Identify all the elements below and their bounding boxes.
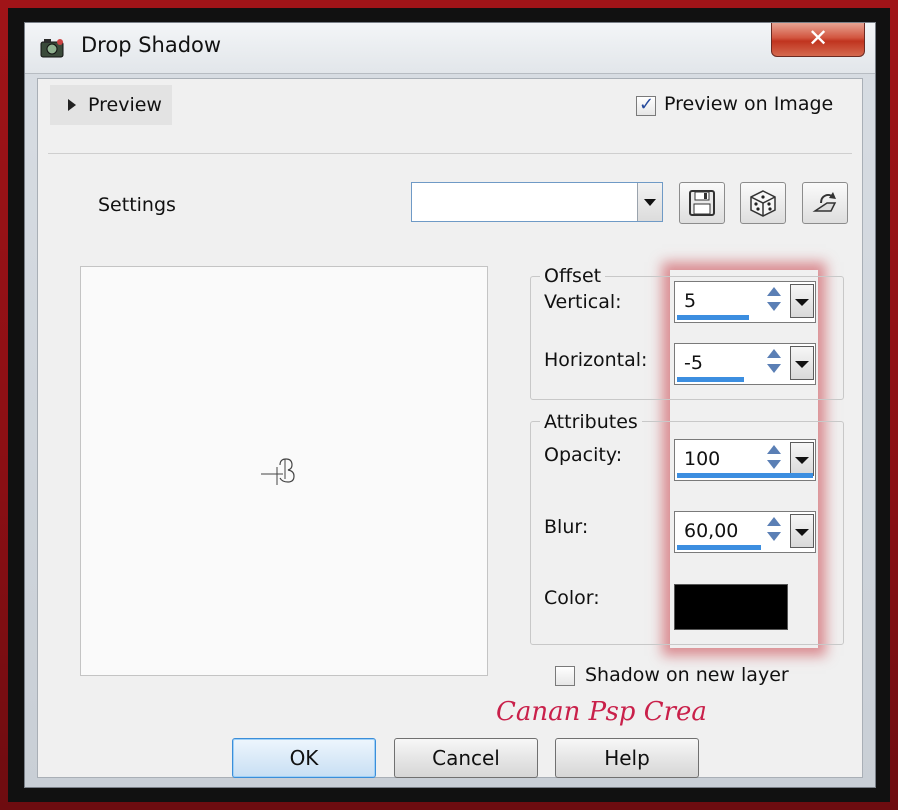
save-preset-icon bbox=[689, 190, 715, 216]
shadow-color-swatch[interactable] bbox=[674, 584, 788, 630]
vertical-dropdown-button[interactable] bbox=[790, 284, 814, 318]
checkmark-icon: ✓ bbox=[639, 94, 655, 115]
app-camera-icon bbox=[40, 39, 64, 58]
vertical-slider-track[interactable] bbox=[677, 315, 813, 320]
opacity-stepper[interactable] bbox=[765, 442, 785, 474]
reset-icon bbox=[812, 192, 837, 212]
opacity-label: Opacity: bbox=[544, 444, 623, 466]
horizontal-stepper[interactable] bbox=[765, 346, 785, 378]
save-preset-button[interactable] bbox=[679, 182, 725, 224]
spin-up-icon[interactable] bbox=[767, 349, 781, 358]
opacity-dropdown-button[interactable] bbox=[790, 442, 814, 476]
opacity-spinbox[interactable]: 100 bbox=[674, 439, 816, 481]
vertical-value: 5 bbox=[684, 290, 697, 312]
randomize-dice-icon bbox=[750, 190, 776, 217]
horizontal-value: -5 bbox=[684, 352, 703, 374]
offset-group-title: Offset bbox=[540, 265, 606, 287]
blur-dropdown-button[interactable] bbox=[790, 514, 814, 548]
shadow-on-new-layer-checkbox[interactable] bbox=[555, 666, 575, 686]
blur-spinbox[interactable]: 60,00 bbox=[674, 511, 816, 553]
vertical-slider-fill bbox=[677, 315, 750, 320]
preview-toggle-label: Preview bbox=[88, 94, 162, 116]
preview-toggle-button[interactable]: Preview bbox=[50, 85, 172, 125]
ok-button[interactable]: OK bbox=[232, 738, 376, 778]
close-icon: ✕ bbox=[807, 24, 829, 52]
horizontal-dropdown-button[interactable] bbox=[790, 346, 814, 380]
watermark-signature: Canan Psp Crea bbox=[496, 697, 707, 727]
opacity-value: 100 bbox=[684, 448, 721, 470]
cancel-button[interactable]: Cancel bbox=[394, 738, 538, 778]
spin-up-icon[interactable] bbox=[767, 445, 781, 454]
title-bar: Drop Shadow ✕ bbox=[25, 23, 875, 74]
spin-down-icon[interactable] bbox=[767, 302, 781, 311]
dialog-client-area: Preview ✓ Preview on Image Settings Offs… bbox=[37, 78, 863, 778]
randomize-button[interactable] bbox=[740, 182, 786, 224]
chevron-down-icon[interactable] bbox=[637, 183, 662, 221]
expand-arrow-icon bbox=[68, 99, 76, 111]
close-button[interactable]: ✕ bbox=[771, 23, 865, 57]
vertical-stepper[interactable] bbox=[765, 284, 785, 316]
attributes-group-title: Attributes bbox=[540, 411, 642, 433]
reset-button[interactable] bbox=[802, 182, 848, 224]
blur-value: 60,00 bbox=[684, 520, 739, 542]
shadow-on-new-layer-label: Shadow on new layer bbox=[585, 664, 789, 686]
preview-on-image-checkbox[interactable]: ✓ bbox=[636, 94, 656, 116]
window-title: Drop Shadow bbox=[81, 33, 222, 57]
horizontal-slider-track[interactable] bbox=[677, 377, 813, 382]
preview-crosshair-icon bbox=[261, 458, 295, 485]
horizontal-spinbox[interactable]: -5 bbox=[674, 343, 816, 385]
color-label: Color: bbox=[544, 587, 600, 609]
divider bbox=[48, 153, 852, 154]
blur-label: Blur: bbox=[544, 516, 589, 538]
spin-down-icon[interactable] bbox=[767, 532, 781, 541]
blur-slider-fill bbox=[677, 545, 762, 550]
opacity-slider-fill bbox=[677, 473, 813, 478]
opacity-slider-track[interactable] bbox=[677, 473, 813, 478]
horizontal-slider-fill bbox=[677, 377, 744, 382]
settings-preset-combo[interactable] bbox=[411, 182, 663, 222]
drop-shadow-dialog: Drop Shadow ✕ Preview ✓ Preview on Image… bbox=[24, 22, 876, 788]
spin-down-icon[interactable] bbox=[767, 460, 781, 469]
spin-up-icon[interactable] bbox=[767, 287, 781, 296]
vertical-spinbox[interactable]: 5 bbox=[674, 281, 816, 323]
vertical-label: Vertical: bbox=[544, 291, 622, 313]
spin-up-icon[interactable] bbox=[767, 517, 781, 526]
settings-label: Settings bbox=[98, 194, 176, 216]
blur-slider-track[interactable] bbox=[677, 545, 813, 550]
help-button[interactable]: Help bbox=[555, 738, 699, 778]
preview-canvas[interactable] bbox=[80, 266, 488, 676]
blur-stepper[interactable] bbox=[765, 514, 785, 546]
spin-down-icon[interactable] bbox=[767, 364, 781, 373]
horizontal-label: Horizontal: bbox=[544, 349, 648, 371]
preview-on-image-label: Preview on Image bbox=[664, 93, 834, 115]
